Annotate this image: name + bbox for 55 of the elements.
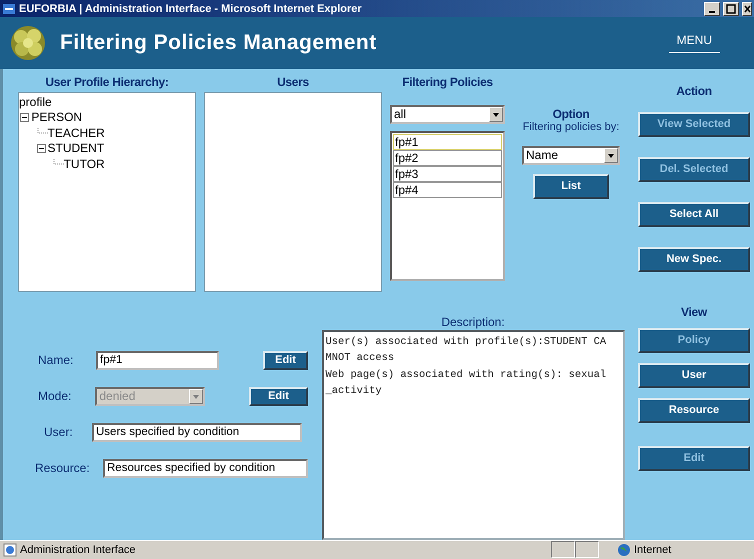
policy-filter-select[interactable]: all	[390, 104, 505, 124]
view-heading: View	[681, 304, 707, 321]
globe-icon	[617, 542, 631, 557]
page-title: Filtering Policies Management	[60, 31, 378, 56]
action-button[interactable]: Select All	[638, 202, 750, 227]
close-icon[interactable]	[742, 2, 752, 16]
option-heading: Option	[552, 106, 590, 121]
users-heading: Users	[276, 74, 310, 91]
policies-heading: Filtering Policies	[401, 74, 494, 91]
dropdown-icon	[604, 148, 618, 163]
hierarchy-heading: User Profile Hierarchy:	[44, 74, 170, 91]
tree-node[interactable]: TEACHER	[48, 126, 105, 140]
name-label: Name:	[38, 353, 72, 368]
option-caption: Filtering policies by:	[522, 120, 620, 133]
description-text[interactable]: User(s) associated with profile(s):STUDENT CA MNOT access Web page(s) associated with rating(s): sexual _activity	[322, 330, 624, 540]
policy-item[interactable]: fp#2	[393, 150, 502, 166]
window-title: EUFORBIA | Administration Interface - Microsoft Internet Explorer	[19, 2, 363, 15]
profile-tree[interactable]: profile PERSON TEACHER STUDENT TUTOR	[18, 92, 196, 292]
list-button[interactable]: List	[533, 174, 609, 199]
policy-item[interactable]: fp#4	[393, 182, 502, 198]
minimize-icon[interactable]	[704, 2, 720, 16]
user-label: User:	[44, 425, 74, 440]
collapse-icon[interactable]	[20, 112, 30, 122]
user-field[interactable]: Users specified by condition	[92, 422, 302, 442]
collapse-icon[interactable]	[36, 144, 46, 153]
status-text: Administration Interface	[20, 544, 137, 556]
edit-name-button[interactable]: Edit	[263, 350, 308, 370]
dropdown-icon	[489, 106, 503, 122]
dropdown-icon	[188, 388, 203, 404]
tree-node[interactable]: profile	[19, 94, 52, 109]
browser-icon	[2, 2, 16, 16]
action-heading: Action	[676, 84, 712, 100]
page-icon	[3, 542, 17, 557]
zone-text: Internet	[634, 544, 672, 556]
mode-label: Mode:	[38, 389, 72, 404]
tree-node[interactable]: TUTOR	[64, 156, 105, 171]
policy-item[interactable]: fp#1	[393, 134, 502, 150]
tree-node[interactable]: STUDENT	[48, 141, 104, 156]
policy-item[interactable]: fp#3	[393, 166, 502, 182]
resource-label: Resource:	[35, 461, 91, 476]
sort-select[interactable]: Name	[522, 146, 620, 165]
view-button[interactable]: Resource	[638, 398, 750, 423]
resource-field[interactable]: Resources specified by condition	[103, 458, 308, 478]
view-button[interactable]: User	[638, 362, 750, 388]
flower-logo	[8, 24, 48, 62]
action-button[interactable]: New Spec.	[638, 246, 750, 272]
menu-link[interactable]: MENU	[668, 33, 720, 54]
description-label: Description:	[441, 314, 505, 329]
users-list[interactable]	[204, 92, 382, 292]
maximize-icon[interactable]	[723, 2, 739, 16]
policies-list[interactable]: fp#1 fp#2 fp#3 fp#4	[390, 130, 505, 281]
status-pane	[575, 541, 599, 558]
status-pane	[551, 541, 575, 558]
name-field[interactable]: fp#1	[96, 350, 219, 370]
tree-node[interactable]: PERSON	[31, 110, 82, 124]
